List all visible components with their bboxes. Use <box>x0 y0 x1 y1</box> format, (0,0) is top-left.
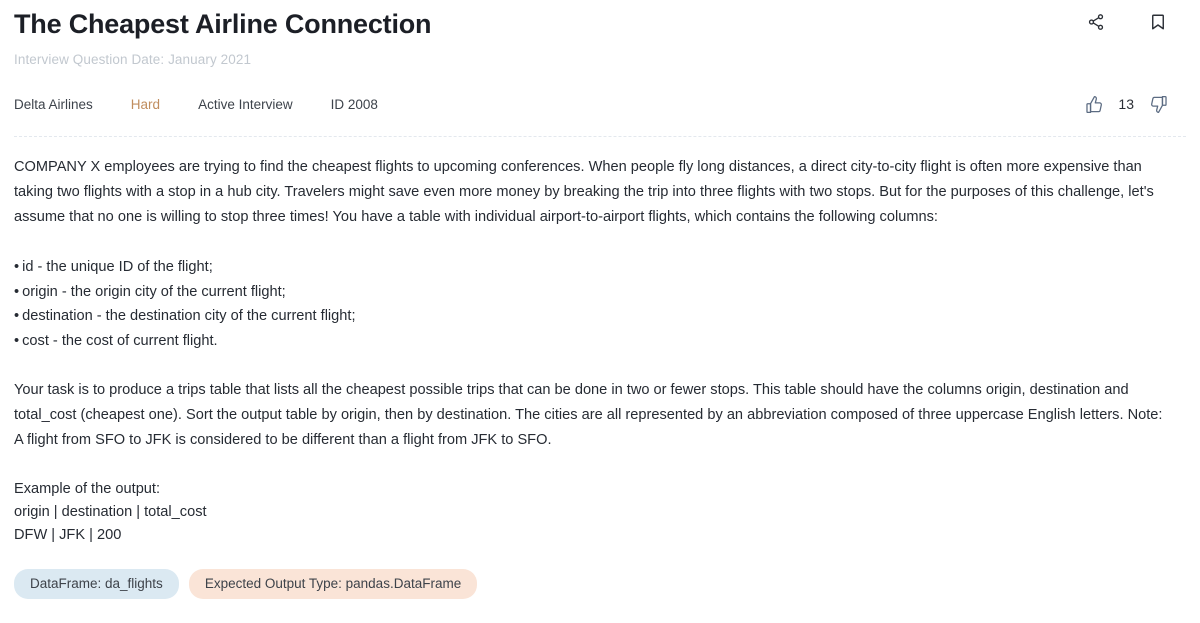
meta-tag-group: Delta Airlines Hard Active Interview ID … <box>14 97 378 112</box>
chip-row: DataFrame: da_flights Expected Output Ty… <box>14 547 1186 599</box>
thumbs-up-icon[interactable] <box>1084 94 1104 114</box>
meta-company[interactable]: Delta Airlines <box>14 97 93 112</box>
thumbs-down-icon[interactable] <box>1148 94 1168 114</box>
task-paragraph: Your task is to produce a trips table th… <box>14 382 1163 448</box>
list-item-label: cost - the cost of current flight. <box>22 332 218 349</box>
interview-date-subtitle: Interview Question Date: January 2021 <box>14 52 252 67</box>
bullet-marker: • <box>14 283 20 300</box>
list-item: • cost - the cost of current flight. <box>14 329 1186 354</box>
intro-paragraph: COMPANY X employees are trying to find t… <box>14 159 1154 225</box>
list-item-label: id - the unique ID of the flight; <box>22 259 213 275</box>
question-page: The Cheapest Airline Connection Intervie… <box>0 0 1200 623</box>
share-icon[interactable] <box>1086 12 1106 32</box>
bullet-marker: • <box>14 308 20 324</box>
meta-row: Delta Airlines Hard Active Interview ID … <box>14 67 1186 114</box>
meta-status[interactable]: Active Interview <box>198 97 293 112</box>
list-item: • destination - the destination city of t… <box>14 304 1186 329</box>
vote-count: 13 <box>1118 96 1134 112</box>
columns-bullet-list: • id - the unique ID of the flight; • orig… <box>14 255 1186 353</box>
example-heading: Example of the output: <box>14 481 161 497</box>
list-item: • id - the unique ID of the flight; <box>14 255 1186 280</box>
example-data-row: DFW | JFK | 200 <box>14 527 122 543</box>
meta-question-id[interactable]: ID 2008 <box>331 97 378 112</box>
example-header-row: origin | destination | total_cost <box>14 504 207 520</box>
question-body: COMPANY X employees are trying to find t… <box>14 137 1186 599</box>
header-action-icons <box>1086 4 1186 32</box>
bullet-marker: • <box>14 259 20 275</box>
page-header: The Cheapest Airline Connection <box>14 0 1186 42</box>
chip-dataframe: DataFrame: da_flights <box>14 569 179 599</box>
list-item-label: destination - the destination city of th… <box>22 308 356 324</box>
page-title: The Cheapest Airline Connection <box>14 9 432 39</box>
vote-group: 13 <box>1084 94 1186 114</box>
list-item-label: origin - the origin city of the current … <box>22 283 286 300</box>
bullet-marker: • <box>14 332 20 349</box>
meta-difficulty[interactable]: Hard <box>131 97 160 112</box>
list-item: • origin - the origin city of the current… <box>14 280 1186 305</box>
bookmark-icon[interactable] <box>1148 12 1168 32</box>
chip-expected-output-type: Expected Output Type: pandas.DataFrame <box>188 569 478 599</box>
example-output-block: Example of the output: origin | destinat… <box>14 478 1186 547</box>
